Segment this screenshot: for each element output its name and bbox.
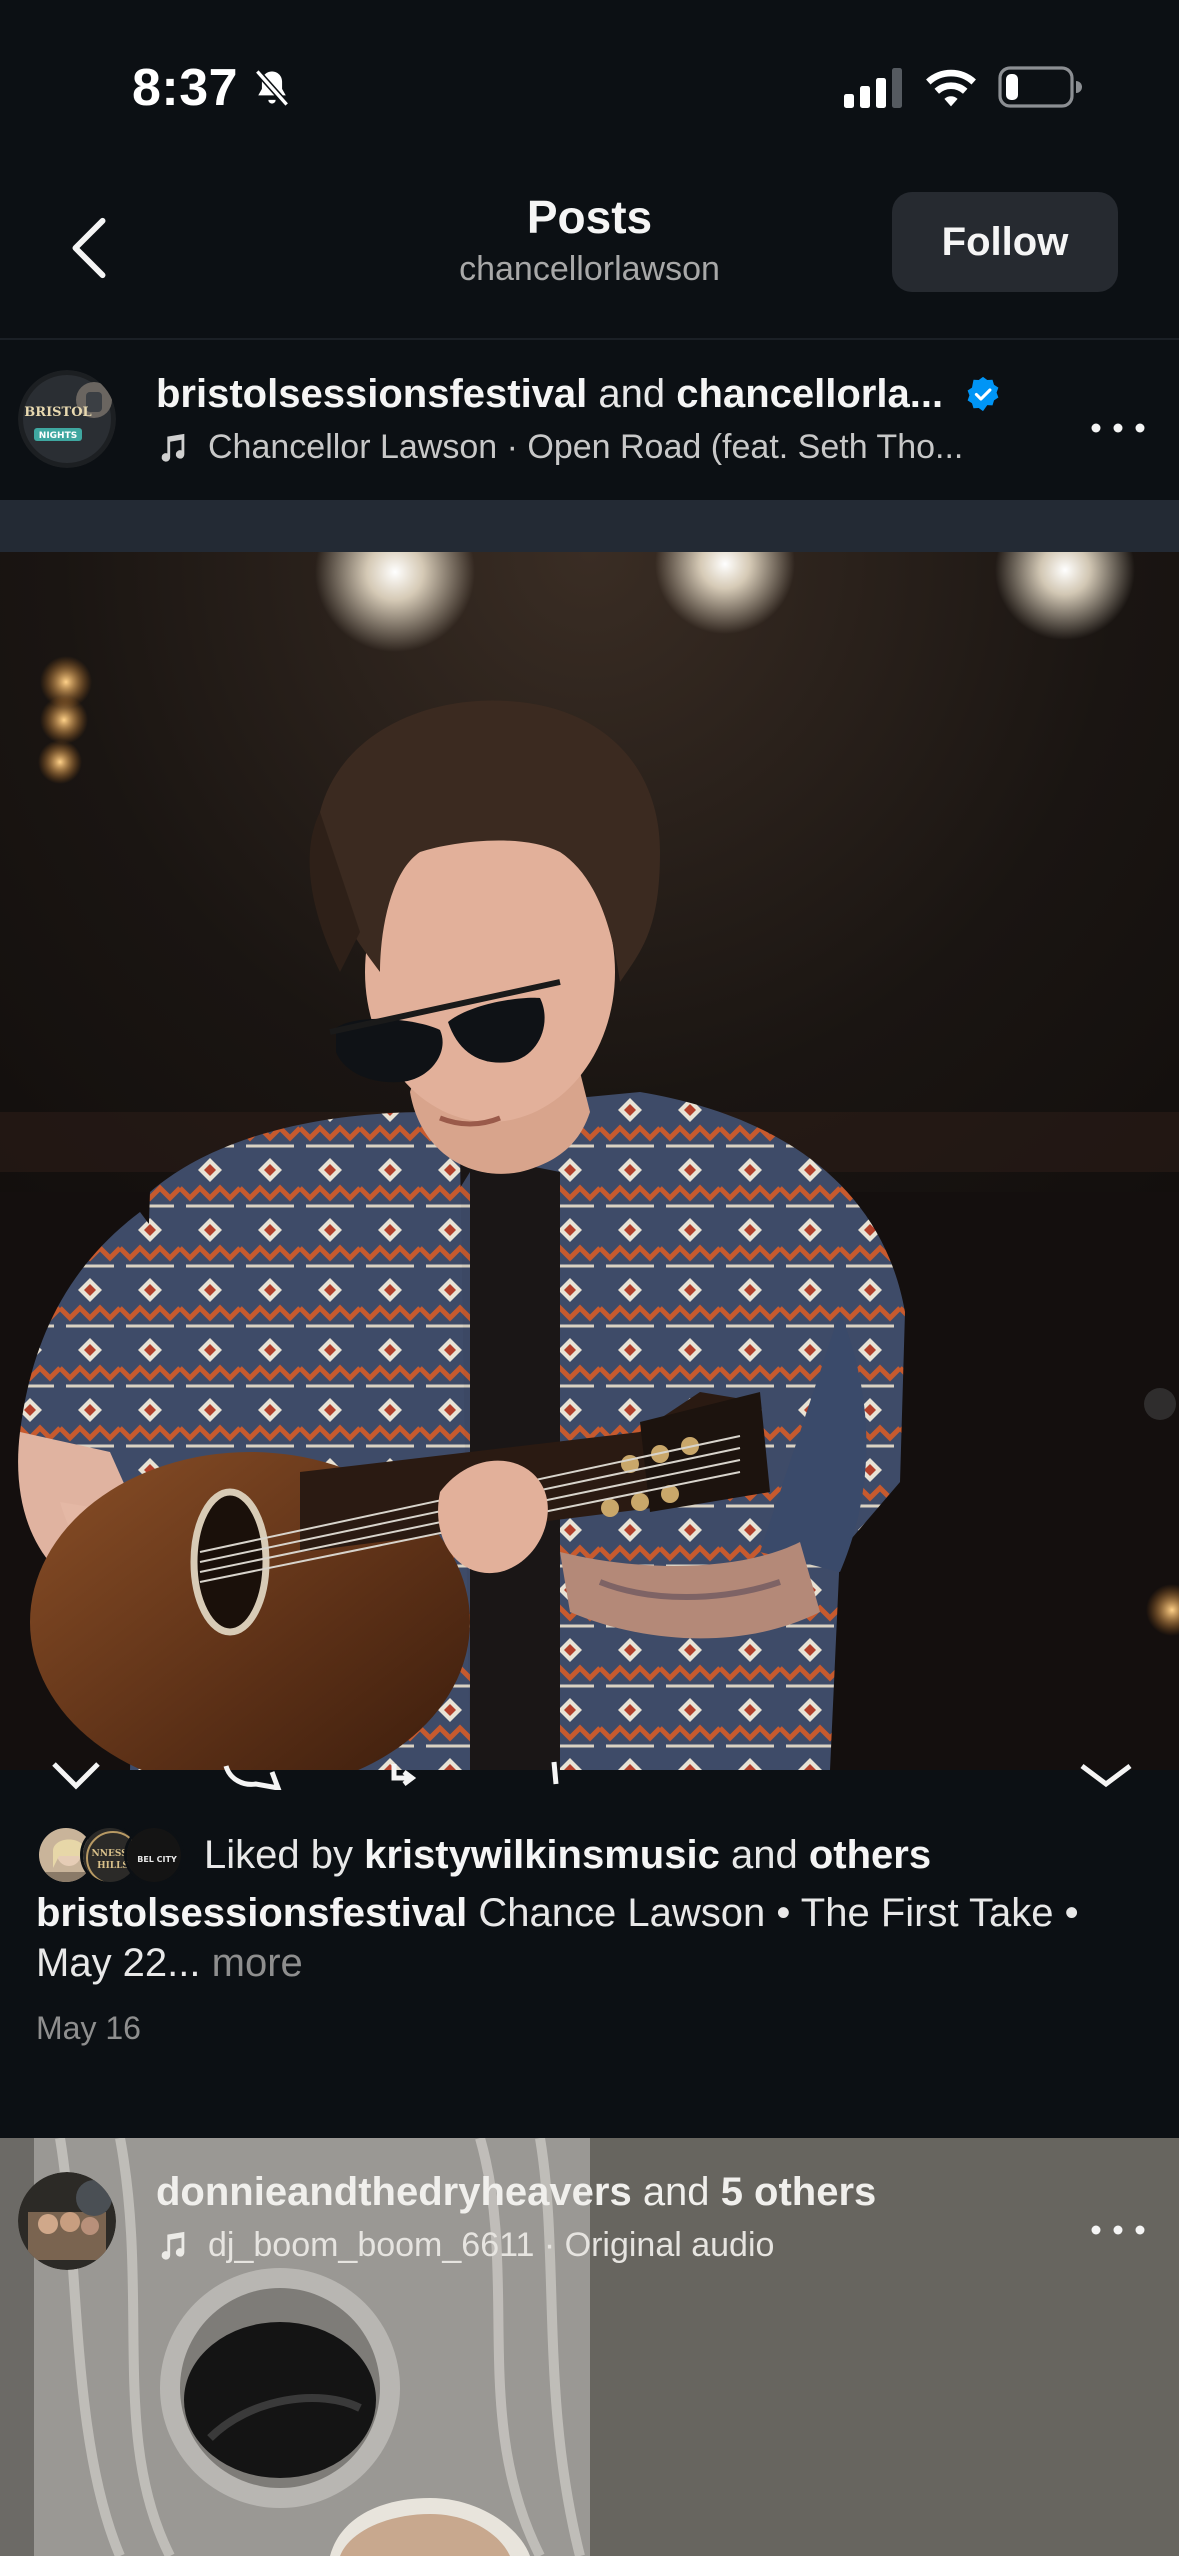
battery-icon [998,66,1082,108]
post-header: BRISTOL NIGHTS bristolsessionsfestival a… [0,342,1179,500]
bell-slash-icon [254,69,290,107]
repost-icon[interactable] [384,1760,444,1790]
post-photo[interactable] [0,552,1179,1770]
avatar[interactable] [18,2172,116,2270]
post-action-bar [0,1760,1179,1790]
svg-text:NIGHTS: NIGHTS [39,431,77,441]
next-post-audio[interactable]: dj_boom_boom_6611 · Original audio [156,2226,774,2265]
accounts-connector: and [642,2170,710,2214]
media-top-band [0,500,1179,552]
follow-button[interactable]: Follow [892,192,1118,292]
app-root: 8:37 Posts chancellorlawson Follow BRIST… [0,0,1179,2556]
account-primary[interactable]: bristolsessionsfestival [156,372,587,416]
more-options-icon[interactable] [1088,418,1148,438]
music-note-icon [161,433,185,462]
account-secondary[interactable]: chancellorla... [676,372,943,416]
caption-more-link[interactable]: more [212,1941,303,1985]
next-post[interactable]: donnieandthedryheavers and 5 others dj_b… [0,2138,1179,2556]
audio-track-label: Chancellor Lawson · Open Road (feat. Set… [208,428,964,466]
accounts-others[interactable]: 5 others [721,2170,877,2214]
cellular-signal-icon [844,68,902,108]
comment-icon[interactable] [220,1760,286,1790]
liked-by-label: Liked by [204,1832,353,1877]
liker-avatar: BEL CITY [124,1825,184,1885]
svg-text:BRISTOL: BRISTOL [24,405,91,420]
accounts-connector: and [598,372,666,416]
header-bar: Posts chancellorlawson Follow [0,160,1179,340]
post-date: May 16 [36,2010,141,2046]
bookmark-icon[interactable] [1076,1760,1136,1790]
verified-badge-icon [967,376,999,412]
post-audio[interactable]: Chancellor Lawson · Open Road (feat. Set… [156,428,963,467]
likes-summary[interactable]: Liked by kristywilkinsmusic and others [204,1833,931,1878]
wifi-icon [926,69,976,107]
caption-username[interactable]: bristolsessionsfestival [36,1891,467,1935]
music-note-icon [161,2231,185,2260]
audio-track-label: dj_boom_boom_6611 · Original audio [208,2226,775,2264]
share-icon[interactable] [536,1760,576,1790]
post-caption: bristolsessionsfestival Chance Lawson • … [36,1888,1146,1988]
post-accounts[interactable]: bristolsessionsfestival and chancellorla… [156,372,1002,417]
heart-icon[interactable] [46,1760,106,1790]
status-bar: 8:37 [0,0,1179,160]
status-time: 8:37 [132,59,239,117]
liked-by-others[interactable]: others [809,1833,931,1877]
more-options-icon[interactable] [1088,2220,1148,2240]
svg-text:BEL CITY: BEL CITY [137,1855,177,1864]
account-primary[interactable]: donnieandthedryheavers [156,2170,632,2214]
likes-row[interactable]: NNESSE HILLS BEL CITY Liked by kristywil… [36,1822,931,1888]
liked-by-connector: and [730,1832,798,1877]
next-post-accounts[interactable]: donnieandthedryheavers and 5 others [156,2170,876,2215]
avatar[interactable]: BRISTOL NIGHTS [18,370,116,468]
liked-by-user[interactable]: kristywilkinsmusic [364,1833,720,1877]
